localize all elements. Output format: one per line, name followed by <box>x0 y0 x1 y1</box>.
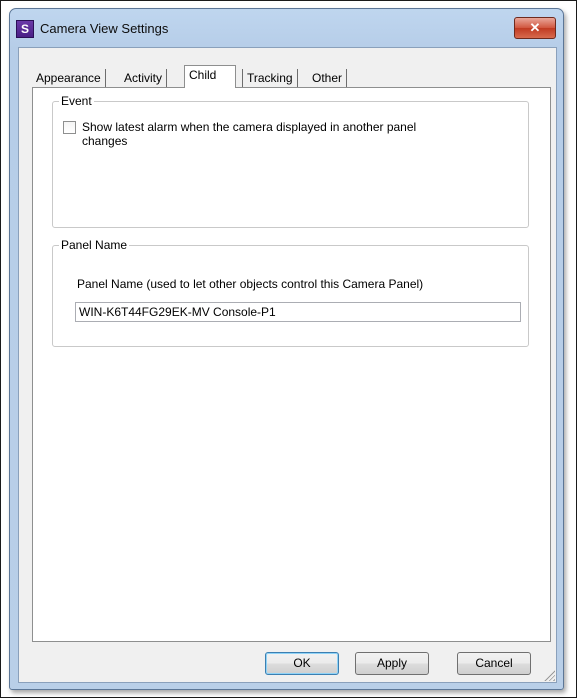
tab-appearance[interactable]: Appearance <box>32 69 106 87</box>
tab-other[interactable]: Other <box>308 69 348 87</box>
event-group: Event Show latest alarm when the camera … <box>52 94 529 228</box>
panel-name-group-legend: Panel Name <box>59 238 130 252</box>
apply-button[interactable]: Apply <box>355 652 429 675</box>
dialog-client-area: Appearance Activity Child Tracking Other… <box>18 47 557 683</box>
panel-name-field-label: Panel Name (used to let other objects co… <box>77 277 424 291</box>
tab-tracking[interactable]: Tracking <box>242 69 298 87</box>
tab-strip: Appearance Activity Child Tracking Other <box>32 65 552 88</box>
cancel-button[interactable]: Cancel <box>457 652 531 675</box>
tab-child[interactable]: Child <box>184 65 236 88</box>
window-title: Camera View Settings <box>40 21 169 36</box>
tab-activity[interactable]: Activity <box>120 69 168 87</box>
panel-name-group: Panel Name Panel Name (used to let other… <box>52 238 529 347</box>
close-button[interactable]: ✕ <box>514 17 556 39</box>
event-group-legend: Event <box>59 94 94 108</box>
close-icon: ✕ <box>529 20 541 35</box>
panel-name-input[interactable] <box>75 302 521 322</box>
camera-view-settings-dialog: S Camera View Settings ✕ Appearance Acti… <box>9 8 564 690</box>
resize-grip-icon[interactable] <box>544 670 555 681</box>
app-icon: S <box>16 20 34 38</box>
show-latest-alarm-label: Show latest alarm when the camera displa… <box>82 120 417 148</box>
ok-button[interactable]: OK <box>265 652 339 675</box>
child-tab-panel: Event Show latest alarm when the camera … <box>32 87 551 642</box>
title-bar[interactable]: S Camera View Settings ✕ <box>10 9 563 49</box>
show-latest-alarm-checkbox[interactable] <box>63 121 76 134</box>
